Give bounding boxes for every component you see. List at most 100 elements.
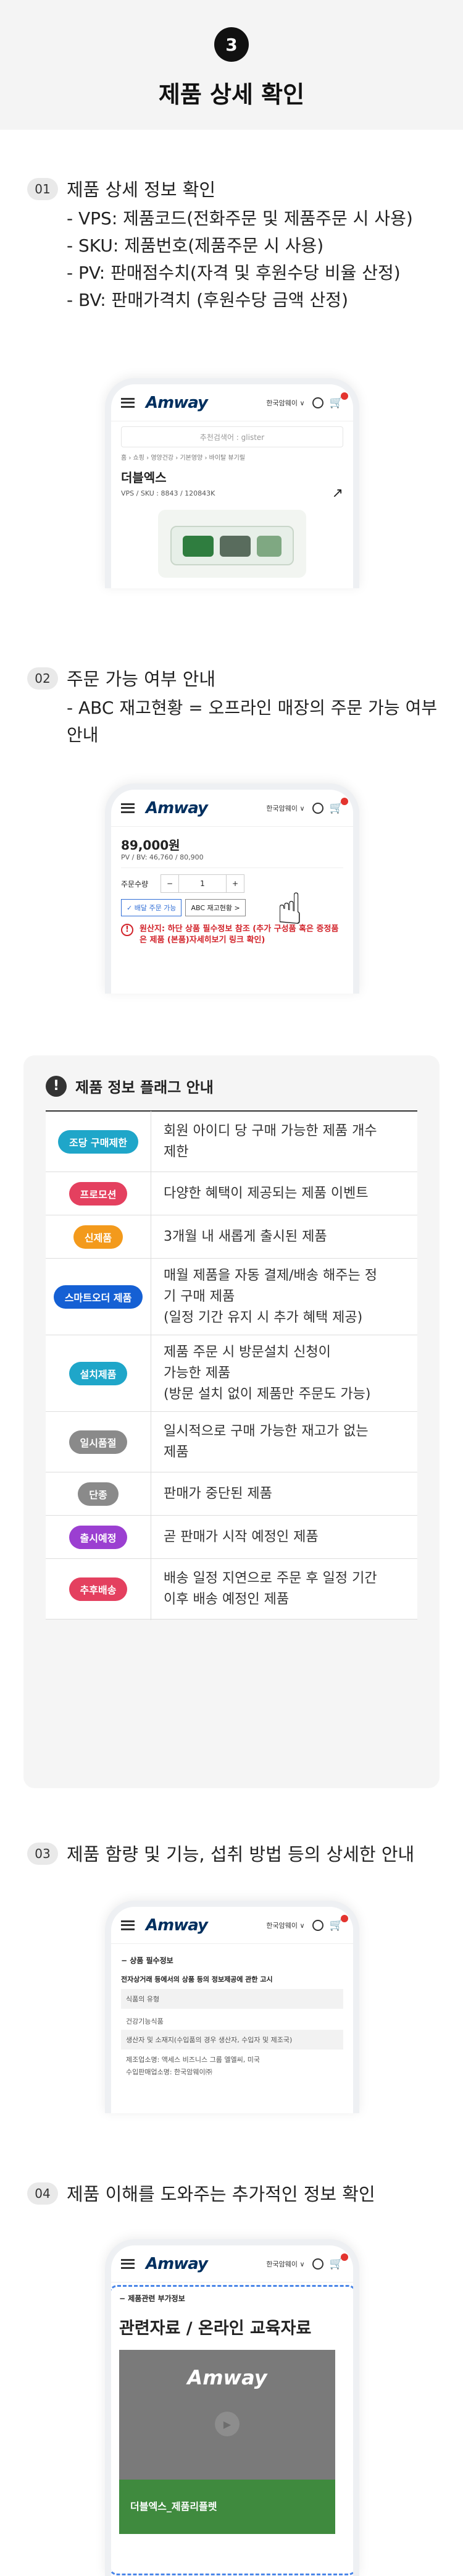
- section-title: 주문 가능 여부 안내: [67, 669, 216, 690]
- phone-mockup-related-materials: Amway 한국암웨이 ∨ 🛒 − 제품관련 부가정보 관련자료 / 온라인 교…: [105, 2239, 359, 2576]
- section-number: 01: [27, 178, 58, 200]
- amway-logo[interactable]: Amway: [146, 1916, 208, 1935]
- page-title: 제품 상세 확인: [158, 81, 305, 108]
- quantity-input[interactable]: 1: [179, 874, 226, 893]
- language-select[interactable]: 한국암웨이 ∨: [266, 1920, 304, 1930]
- language-select[interactable]: 한국암웨이 ∨: [266, 2259, 304, 2269]
- flag-description-line: 회원 아이디 당 구매 가능한 제품 개수: [164, 1123, 377, 1139]
- quantity-label: 주문수량: [121, 879, 149, 889]
- amway-logo[interactable]: Amway: [146, 2255, 208, 2273]
- cart-icon[interactable]: 🛒: [330, 1915, 348, 1932]
- flag-description-line: 제품 주문 시 방문설치 신청이: [164, 1344, 331, 1360]
- flag-description-line: 제한: [164, 1144, 189, 1160]
- flag-pill: 프로모션: [69, 1181, 128, 1206]
- flag-description-line: 제품: [164, 1444, 189, 1460]
- user-icon[interactable]: [312, 397, 323, 408]
- essential-info-accordion[interactable]: − 상품 필수정보: [121, 1950, 343, 1970]
- section-title: 제품 이해를 도와주는 추가적인 정보 확인: [67, 2184, 375, 2205]
- phone-mockup-essential-info: Amway 한국암웨이 ∨ 🛒 − 상품 필수정보 전자상거래 등에서의 상품 …: [105, 1901, 359, 2113]
- cart-icon[interactable]: 🛒: [330, 798, 348, 814]
- bullet-vps: - VPS: 제품코드(전화주문 및 제품주문 시 사용): [67, 208, 413, 229]
- quantity-minus-button[interactable]: −: [161, 874, 179, 893]
- flag-description-line: 일시적으로 구매 가능한 재고가 없는: [164, 1423, 369, 1439]
- abc-stock-button[interactable]: ABC 재고현황 >: [185, 899, 246, 916]
- info-row: 제조업소명: 액세스 비즈니스 그룹 엘엘씨, 미국: [126, 2056, 260, 2064]
- menu-icon[interactable]: [121, 803, 135, 813]
- section-order-availability: 02 주문 가능 여부 안내 - ABC 재고현황 = 오프라인 매장의 주문 …: [0, 667, 463, 749]
- user-icon[interactable]: [312, 2258, 323, 2270]
- flag-description-line: 판매가 중단된 제품: [164, 1485, 272, 1501]
- section-title: 제품 상세 정보 확인: [67, 179, 216, 200]
- related-materials-title: 관련자료 / 온라인 교육자료: [119, 2319, 312, 2338]
- share-icon[interactable]: ↗: [332, 486, 343, 501]
- user-icon[interactable]: [312, 1919, 323, 1931]
- mobile-header: Amway 한국암웨이 ∨ 🛒: [111, 1907, 353, 1944]
- user-icon[interactable]: [312, 802, 323, 814]
- info-row: 식품의 유형: [121, 1989, 343, 2009]
- step-badge: 3: [214, 27, 249, 62]
- flag-pill: 신제품: [73, 1225, 123, 1249]
- flag-row: 스마트오더 제품 매월 제품을 자동 결제/배송 해주는 정기 구매 제품 (일정 …: [46, 1255, 417, 1338]
- page-header: 3 제품 상세 확인: [0, 0, 463, 130]
- flag-description-line: 이후 배송 예정인 제품: [164, 1591, 290, 1607]
- cart-icon[interactable]: 🛒: [330, 2253, 348, 2270]
- flag-description: 일시적으로 구매 가능한 재고가 없는제품: [151, 1411, 417, 1473]
- video-amway-logo: Amway: [187, 2366, 267, 2389]
- flag-pill: 스마트오더 제품: [53, 1285, 143, 1309]
- product-codes: VPS / SKU : 8843 / 120843K: [121, 489, 215, 497]
- flag-label-cell: 일시품절: [46, 1430, 151, 1454]
- phone-mockup-product: Amway 한국암웨이 ∨ 🛒 추천검색어 : glister 홈 › 쇼핑 ›…: [105, 378, 359, 588]
- menu-icon[interactable]: [121, 2258, 135, 2269]
- flag-row: 출시예정 곧 판매가 시작 예정인 제품: [46, 1516, 417, 1559]
- quantity-plus-button[interactable]: +: [226, 874, 244, 893]
- video-thumbnail[interactable]: Amway ▶: [119, 2350, 335, 2480]
- flag-label-cell: 출시예정: [46, 1525, 151, 1549]
- flag-description-line: (방문 설치 없이 제품만 주문도 가능): [164, 1386, 371, 1402]
- info-row: 생산자 및 소재지(수입품의 경우 생산자, 수입자 및 제조국): [121, 2030, 343, 2050]
- flag-description: 다양한 혜택이 제공되는 제품 이벤트: [151, 1172, 417, 1215]
- flag-row: 추후배송 배송 일정 지연으로 주문 후 일정 기간이후 배송 예정인 제품: [46, 1558, 417, 1620]
- language-select[interactable]: 한국암웨이 ∨: [266, 803, 304, 813]
- flag-row: 일시품절 일시적으로 구매 가능한 재고가 없는제품: [46, 1411, 417, 1473]
- search-input[interactable]: 추천검색어 : glister: [121, 426, 343, 447]
- cart-icon[interactable]: 🛒: [330, 392, 348, 409]
- section-additional-info: 04 제품 이해를 도와주는 추가적인 정보 확인: [0, 2182, 463, 2206]
- pointer-hand-icon: ☝: [277, 884, 303, 934]
- bullet-abc-stock: - ABC 재고현황 = 오프라인 매장의 주문 가능 여부: [67, 698, 438, 718]
- mobile-header: Amway 한국암웨이 ∨ 🛒: [111, 384, 353, 421]
- menu-icon[interactable]: [121, 1920, 135, 1930]
- amway-logo[interactable]: Amway: [146, 799, 208, 817]
- product-image: [158, 510, 306, 578]
- highlight-box: − 제품관련 부가정보 관련자료 / 온라인 교육자료 Amway ▶ 더블엑스…: [111, 2285, 353, 2575]
- flag-row: 프로모션 다양한 혜택이 제공되는 제품 이벤트: [46, 1172, 417, 1215]
- origin-notice: 원산지: 하단 상품 필수정보 참조 (추가 구성품 혹은 증정품은 제품 (본…: [140, 924, 339, 945]
- flag-row: 단종 판매가 중단된 제품: [46, 1472, 417, 1516]
- video-caption: 더블엑스_제품리플렛: [119, 2480, 335, 2534]
- amway-logo[interactable]: Amway: [146, 394, 208, 412]
- notice-title: 전자상거래 등에서의 상품 등의 정보제공에 관한 고시: [121, 1975, 273, 1983]
- flag-description: 곧 판매가 시작 예정인 제품: [151, 1516, 417, 1558]
- flag-label-cell: 신제품: [46, 1225, 151, 1249]
- menu-icon[interactable]: [121, 397, 135, 408]
- flag-description-line: 배송 일정 지연으로 주문 후 일정 기간: [164, 1570, 377, 1586]
- bullet-pv: - PV: 판매점수치(자격 및 후원수당 비율 산정): [67, 263, 401, 283]
- section-number: 03: [27, 1843, 58, 1865]
- product-price: 89,000원: [121, 838, 180, 853]
- flag-description-line: 매월 제품을 자동 결제/배송 해주는 정: [164, 1267, 377, 1283]
- section-detail-guide: 03 제품 함량 및 기능, 섭취 방법 등의 상세한 안내: [0, 1843, 463, 1866]
- pv-bv-values: PV / BV: 46,760 / 80,900: [121, 853, 343, 868]
- language-select[interactable]: 한국암웨이 ∨: [266, 398, 304, 408]
- related-info-accordion[interactable]: − 제품관련 부가정보: [119, 2293, 346, 2304]
- flag-description-line: 가능한 제품: [164, 1365, 231, 1381]
- flag-label-cell: 조당 구매제한: [46, 1130, 151, 1154]
- flag-description: 제품 주문 시 방문설치 신청이가능한 제품 (방문 설치 없이 제품만 주문도 …: [151, 1332, 417, 1415]
- flag-pill: 추후배송: [69, 1577, 128, 1601]
- flag-description: 회원 아이디 당 구매 가능한 제품 개수제한: [151, 1110, 417, 1173]
- flag-table: 조당 구매제한 회원 아이디 당 구매 가능한 제품 개수제한프로모션 다양한 혜택…: [46, 1110, 417, 1620]
- phone-mockup-order: Amway 한국암웨이 ∨ 🛒 89,000원 PV / BV: 46,760 …: [105, 783, 359, 994]
- section-title: 제품 함량 및 기능, 섭취 방법 등의 상세한 안내: [67, 1844, 415, 1865]
- flag-pill: 일시품절: [69, 1430, 128, 1454]
- mobile-header: Amway 한국암웨이 ∨ 🛒: [111, 790, 353, 827]
- play-icon[interactable]: ▶: [215, 2412, 240, 2436]
- flag-pill: 조당 구매제한: [58, 1130, 138, 1154]
